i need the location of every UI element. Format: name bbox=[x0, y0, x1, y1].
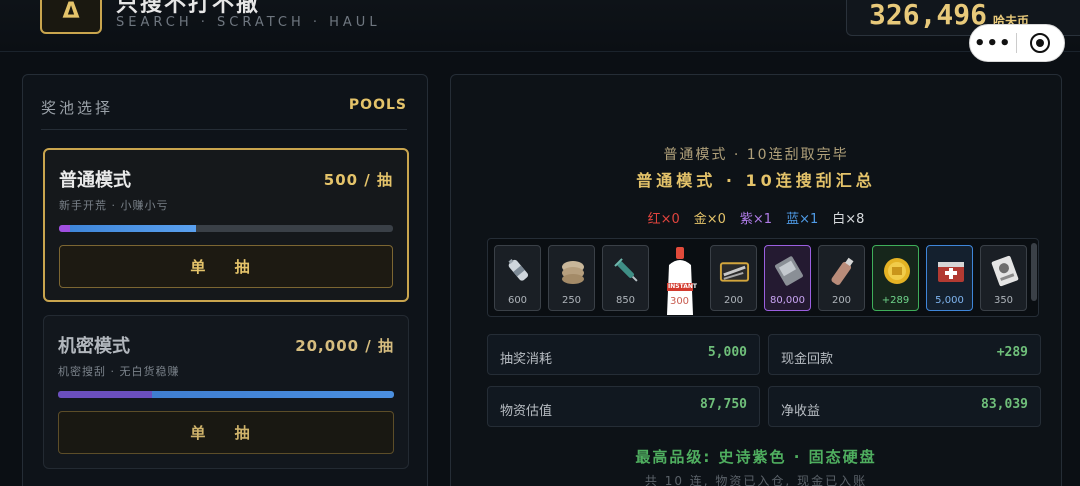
item-slot[interactable]: 200 bbox=[818, 245, 865, 311]
item-slot[interactable]: 250 bbox=[548, 245, 595, 311]
pool-price: 20,000 / 抽 bbox=[295, 337, 394, 355]
stat-label: 物资估值 bbox=[500, 404, 553, 419]
mini-program-capsule: ••• bbox=[969, 24, 1065, 62]
stat-value: 87,750 bbox=[700, 397, 747, 412]
pool-card-classified[interactable]: 机密模式 20,000 / 抽 机密搜刮 · 无白货稳赚 单 抽 bbox=[43, 315, 409, 469]
item-slot[interactable]: 600 bbox=[494, 245, 541, 311]
gold-coin-icon bbox=[880, 254, 913, 287]
stat-label: 净收益 bbox=[781, 404, 821, 419]
panel-title: 奖池选择 bbox=[41, 99, 114, 117]
item-value: 5,000 bbox=[935, 295, 964, 306]
item-value: 250 bbox=[561, 295, 582, 306]
best-grade-text: 最高品级: 史诗紫色 · 固态硬盘 bbox=[635, 448, 877, 466]
stat-label: 抽奖消耗 bbox=[500, 352, 553, 367]
pool-name: 机密模式 bbox=[58, 336, 130, 357]
item-slot[interactable]: 200 bbox=[710, 245, 757, 311]
strip-scrollbar[interactable] bbox=[1031, 243, 1037, 301]
stat-loot-value: 物资估值 87,750 bbox=[487, 386, 760, 427]
top-bar: Δ 只搜不打不撤 SEARCH · SCRATCH · HAUL 326,496… bbox=[0, 0, 1080, 52]
rarity-summary: 红×0 金×0 紫×1 蓝×1 白×8 bbox=[451, 208, 1061, 227]
item-value: 600 bbox=[507, 295, 528, 306]
item-slot[interactable]: 850 bbox=[602, 245, 649, 311]
stat-label: 现金回款 bbox=[781, 352, 834, 367]
item-slot[interactable]: +289 bbox=[872, 245, 919, 311]
cable-roll-icon bbox=[556, 254, 589, 287]
solid-state-drive-icon bbox=[772, 254, 805, 287]
pool-name: 普通模式 bbox=[59, 170, 131, 191]
draw-result-panel: 普通模式 · 10连刮取完毕 普通模式 · 10连搜刮汇总 红×0 金×0 紫×… bbox=[450, 74, 1062, 486]
rarity-count-red: 红×0 bbox=[647, 212, 680, 227]
result-status: 普通模式 · 10连刮取完毕 bbox=[663, 147, 849, 163]
pool-description: 机密搜刮 · 无白货稳赚 bbox=[58, 365, 180, 378]
pool-selection-panel: 奖池选择 POOLS 普通模式 500 / 抽 新手开荒 · 小赚小亏 单 抽 … bbox=[22, 74, 428, 486]
pool-progress-bar bbox=[59, 225, 393, 232]
target-close-icon[interactable] bbox=[1017, 33, 1065, 53]
item-value: 80,000 bbox=[770, 295, 805, 306]
stat-draw-cost: 抽奖消耗 5,000 bbox=[487, 334, 760, 375]
pool-card-normal[interactable]: 普通模式 500 / 抽 新手开荒 · 小赚小亏 单 抽 bbox=[43, 148, 409, 302]
item-strip[interactable]: 600 250 850 INSTANT 300 200 80,000 200 +… bbox=[487, 238, 1039, 317]
result-title: 普通模式 · 10连搜刮汇总 bbox=[636, 171, 876, 190]
spray-can-icon bbox=[826, 254, 859, 287]
item-value: 300 bbox=[669, 296, 690, 307]
rarity-count-white: 白×8 bbox=[832, 212, 865, 227]
single-draw-button[interactable]: 单 抽 bbox=[58, 411, 394, 454]
pool-progress-fill bbox=[58, 391, 394, 398]
stat-value: 83,039 bbox=[981, 397, 1028, 412]
pool-description: 新手开荒 · 小赚小亏 bbox=[59, 199, 169, 212]
medkit-icon bbox=[934, 254, 967, 287]
single-draw-button[interactable]: 单 抽 bbox=[59, 245, 393, 288]
item-value: 850 bbox=[615, 295, 636, 306]
item-value: 200 bbox=[723, 295, 744, 306]
item-slot[interactable]: 5,000 bbox=[926, 245, 973, 311]
stat-value: +289 bbox=[996, 345, 1028, 360]
pool-price: 500 / 抽 bbox=[323, 171, 393, 189]
game-logo: Δ bbox=[40, 0, 102, 34]
syringe-icon bbox=[610, 254, 643, 287]
item-value: +289 bbox=[881, 295, 910, 306]
divider bbox=[41, 129, 407, 130]
battery-icon bbox=[502, 254, 535, 287]
pool-progress-bar bbox=[58, 391, 394, 398]
pool-progress-fill bbox=[59, 225, 196, 232]
rarity-count-purple: 紫×1 bbox=[739, 212, 773, 227]
item-slot[interactable]: 350 bbox=[980, 245, 1027, 311]
tool-box-icon bbox=[718, 254, 751, 287]
id-card-icon bbox=[988, 254, 1021, 287]
footnote-text: 共 10 连, 物资已入仓, 现金已入账 bbox=[644, 474, 868, 486]
stat-cash-return: 现金回款 +289 bbox=[768, 334, 1041, 375]
item-value: 200 bbox=[831, 295, 852, 306]
app-subtitle: SEARCH · SCRATCH · HAUL bbox=[116, 15, 381, 30]
panel-tag: POOLS bbox=[348, 97, 407, 113]
item-value: 350 bbox=[993, 295, 1014, 306]
item-slot[interactable]: 80,000 bbox=[764, 245, 811, 311]
more-dots-icon[interactable]: ••• bbox=[970, 33, 1016, 54]
item-slot[interactable]: INSTANT 300 bbox=[656, 245, 703, 315]
glue-brand-label: INSTANT bbox=[668, 283, 697, 290]
stat-net-profit: 净收益 83,039 bbox=[768, 386, 1041, 427]
rarity-count-gold: 金×0 bbox=[693, 212, 726, 227]
rarity-count-blue: 蓝×1 bbox=[786, 212, 819, 227]
stat-value: 5,000 bbox=[707, 345, 747, 360]
balance-value: 326,496 bbox=[869, 0, 988, 31]
